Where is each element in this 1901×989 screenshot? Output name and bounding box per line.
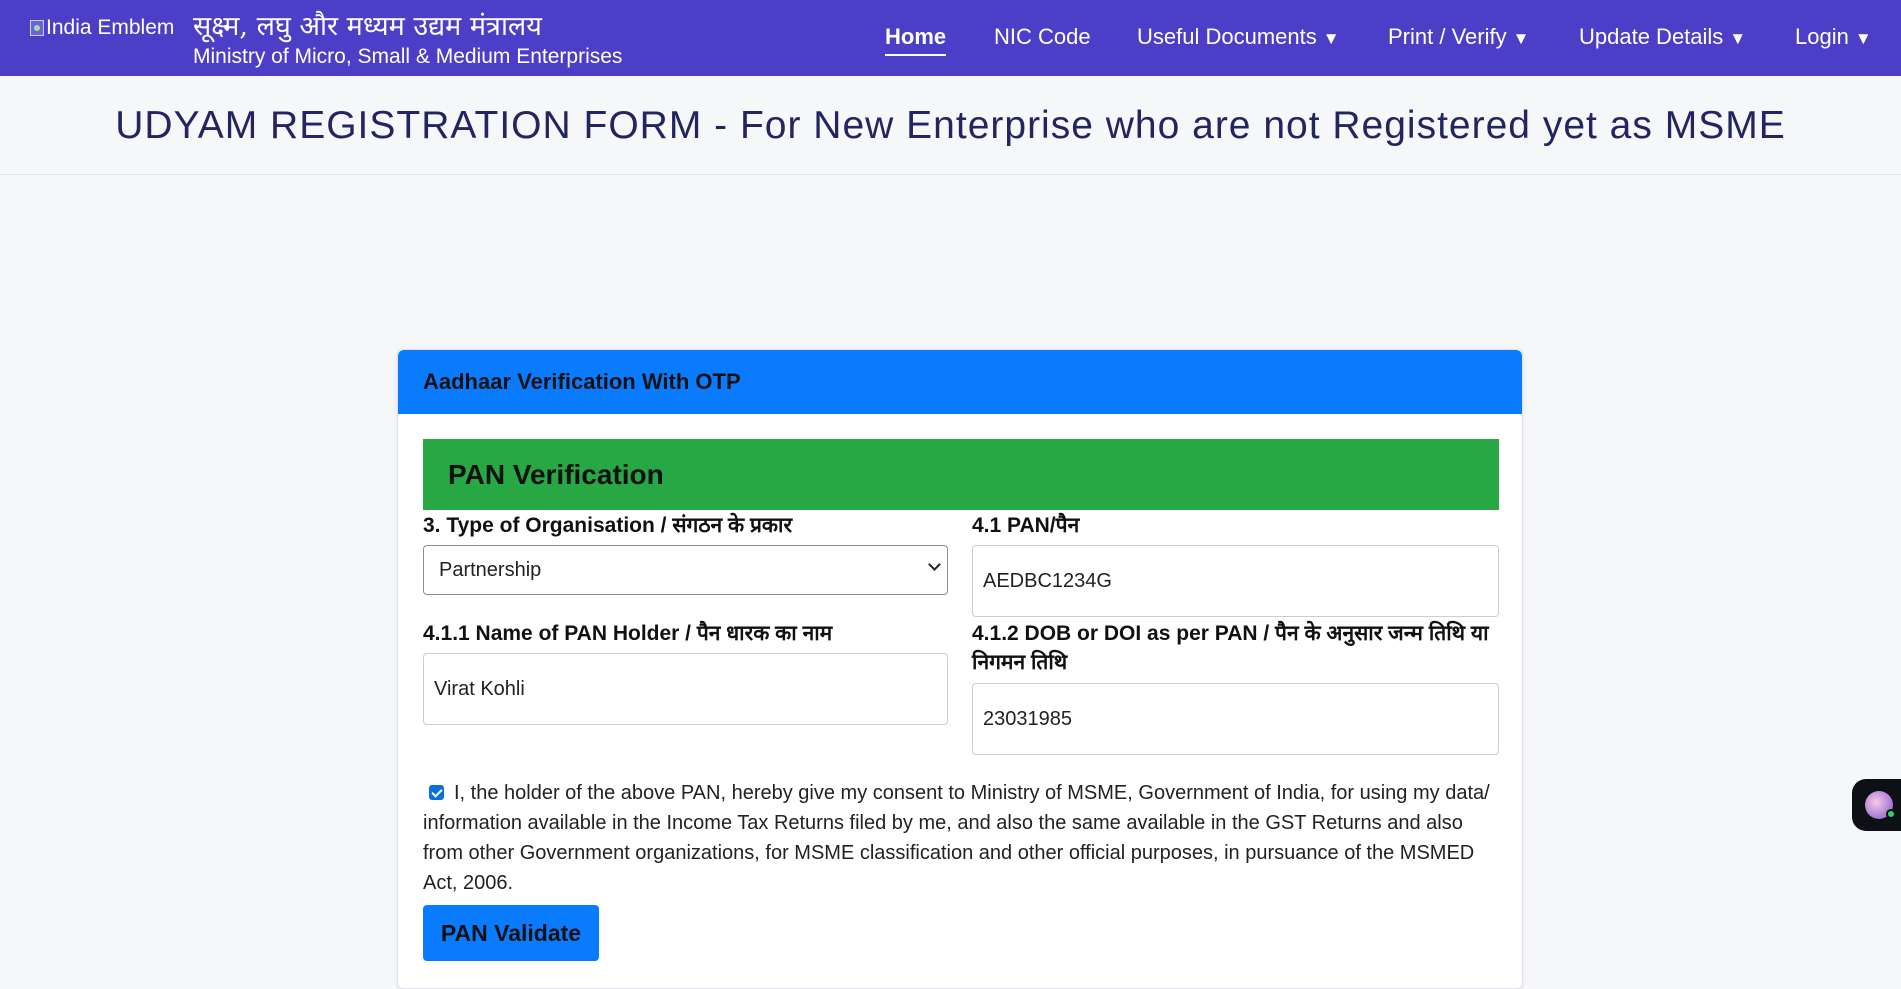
consent-checkbox[interactable] [429,785,444,800]
section-banner: PAN Verification [423,439,1499,510]
nav-useful-documents[interactable]: Useful Documents ▼ [1137,22,1340,54]
dob-input[interactable]: 23031985 [972,683,1499,755]
nav-print-verify[interactable]: Print / Verify ▼ [1388,22,1529,54]
chevron-down-icon [928,558,941,571]
pan-holder-label: 4.1.1 Name of PAN Holder / पैन धारक का न… [423,622,833,645]
nav-home-label: Home [885,24,947,49]
title-bar: UDYAM REGISTRATION FORM - For New Enterp… [0,76,1901,175]
registration-card: Aadhaar Verification With OTP PAN Verifi… [397,349,1523,989]
org-type-select[interactable]: Partnership [423,545,948,595]
chevron-down-icon: ▼ [1729,29,1747,48]
org-type-value: Partnership [439,558,542,581]
card-header-title: Aadhaar Verification With OTP [423,369,741,394]
nav-nic-code-label: NIC Code [994,24,1091,49]
online-status-icon [1886,809,1896,819]
nav-nic-code[interactable]: NIC Code [994,22,1091,52]
pan-holder-value: Virat Kohli [434,677,525,700]
nav-home[interactable]: Home [885,22,947,56]
consent-text: I, the holder of the above PAN, hereby g… [423,782,1490,894]
nav-print-verify-label: Print / Verify [1388,24,1507,49]
pan-holder-input[interactable]: Virat Kohli [423,653,948,725]
nav-useful-documents-label: Useful Documents [1137,24,1317,49]
pan-value: AEDBC1234G [983,569,1112,592]
nav-update-details-label: Update Details [1579,24,1724,49]
nav-update-details[interactable]: Update Details ▼ [1579,22,1746,54]
page-title: UDYAM REGISTRATION FORM - For New Enterp… [115,104,1786,147]
nav-login[interactable]: Login ▼ [1795,22,1872,54]
card-header: Aadhaar Verification With OTP [398,350,1522,414]
pan-label: 4.1 PAN/पैन [972,514,1080,537]
top-navbar: India Emblem सूक्ष्म, लघु और मध्यम उद्यम… [0,0,1901,76]
dob-label: 4.1.2 DOB or DOI as per PAN / पैन के अनु… [972,622,1489,674]
chevron-down-icon: ▼ [1512,29,1530,48]
nav-login-label: Login [1795,24,1849,49]
org-type-label: 3. Type of Organisation / संगठन के प्रका… [423,514,793,537]
section-title: PAN Verification [448,459,664,490]
dob-value: 23031985 [983,707,1072,730]
pan-input[interactable]: AEDBC1234G [972,545,1499,617]
pan-validate-button[interactable]: PAN Validate [423,905,599,961]
main-nav: Home NIC Code Useful Documents ▼ Print / … [0,22,1901,58]
chevron-down-icon: ▼ [1322,29,1340,48]
assistant-widget[interactable] [1852,779,1901,831]
chevron-down-icon: ▼ [1854,29,1872,48]
